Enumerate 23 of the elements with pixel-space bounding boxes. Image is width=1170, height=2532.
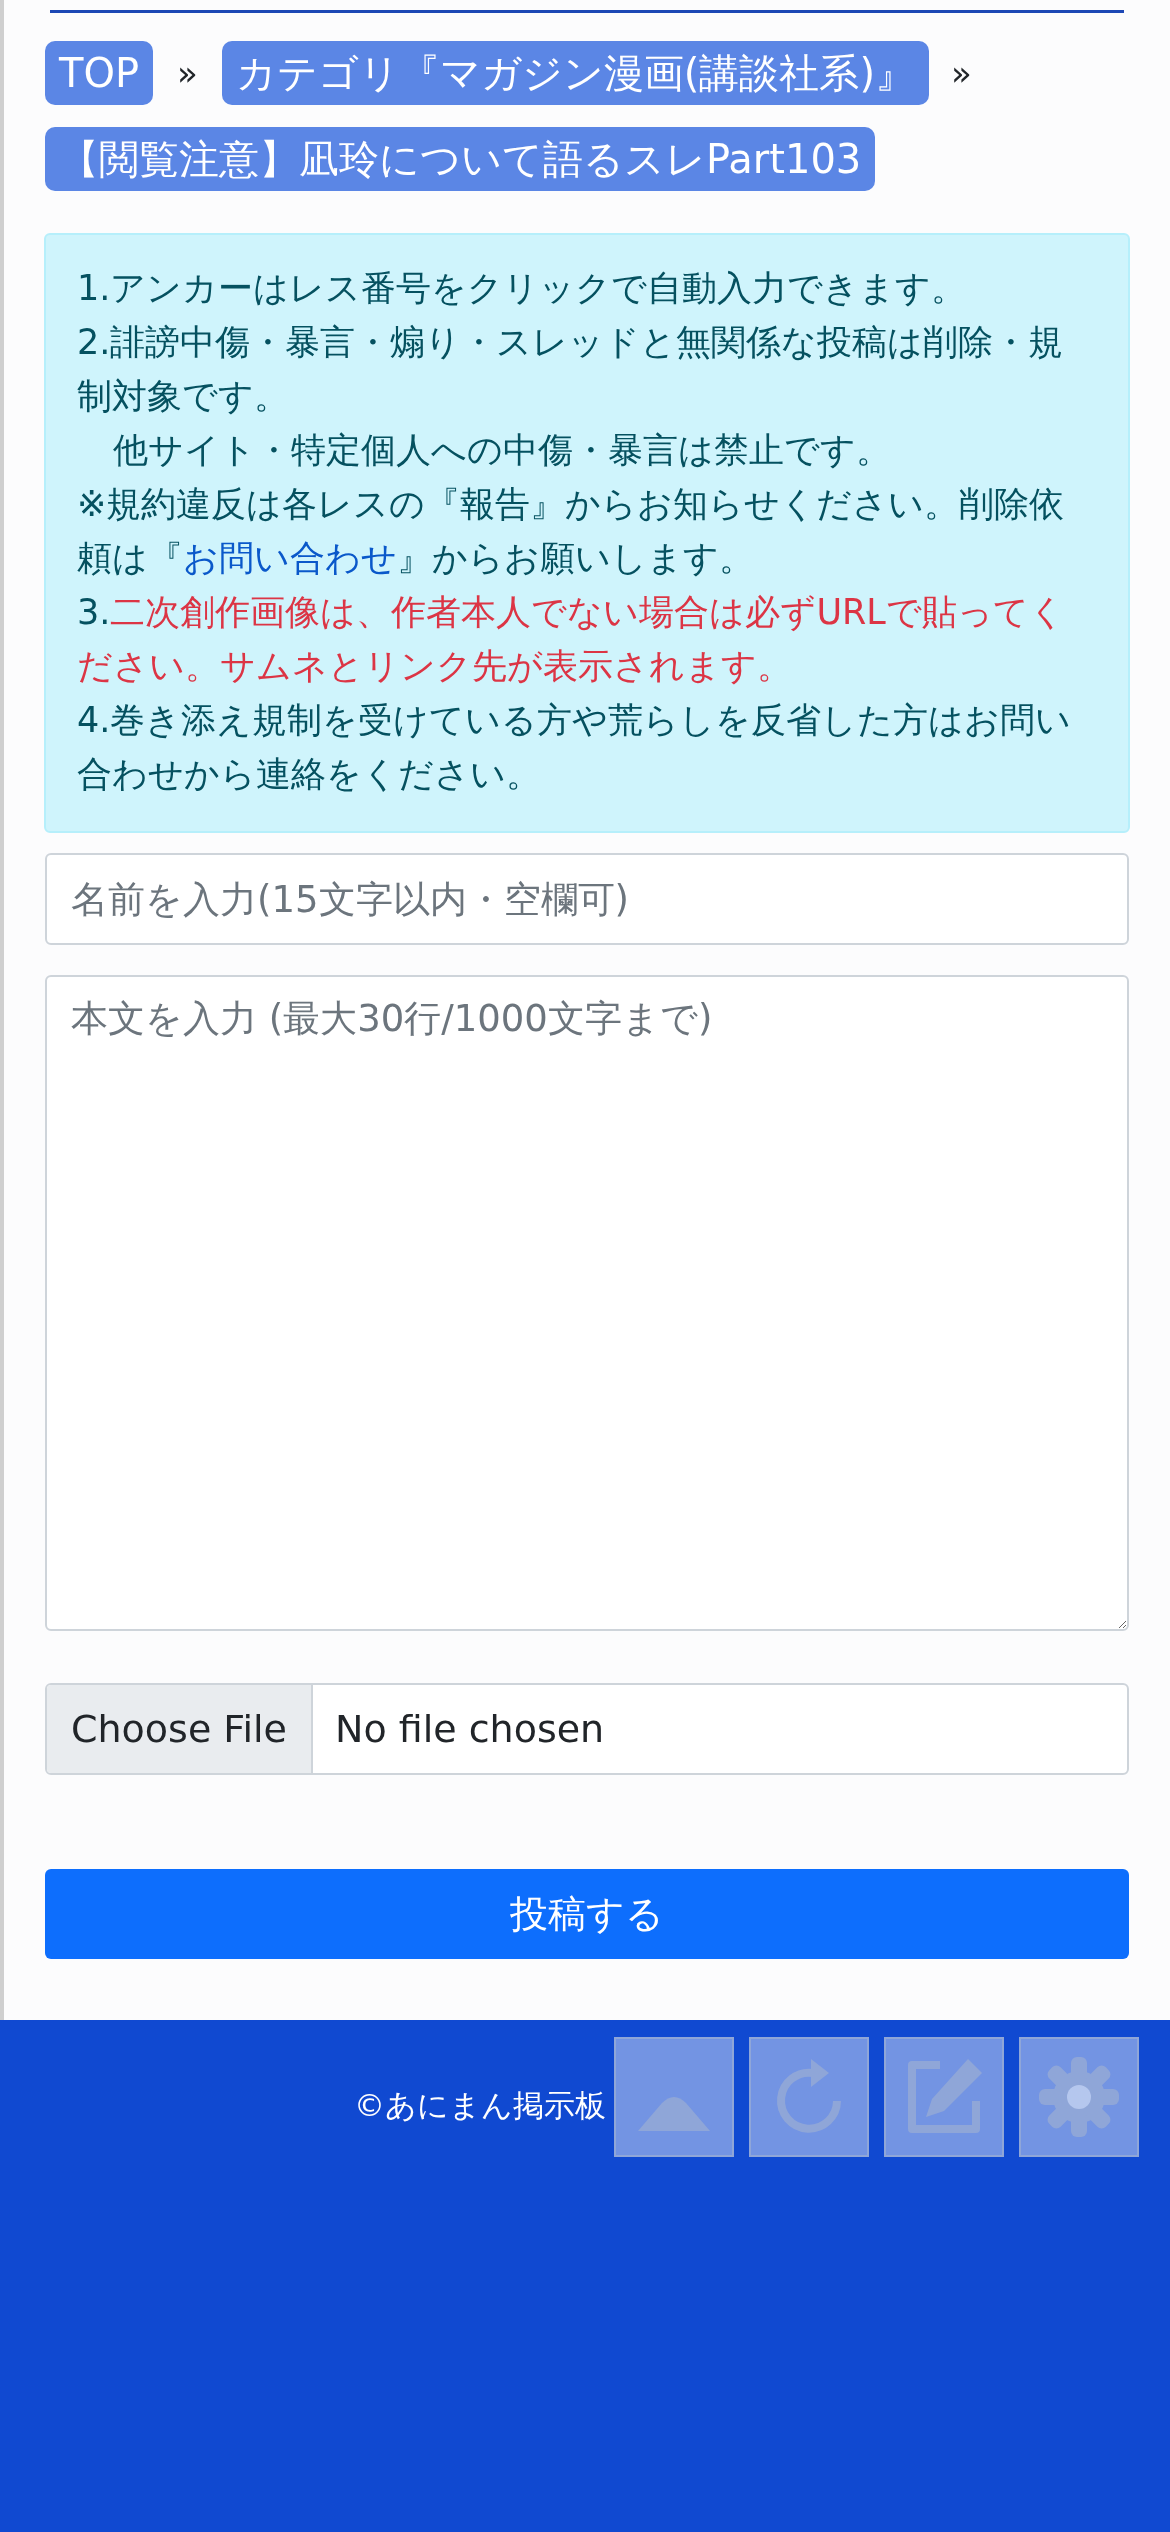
breadcrumb-separator: » bbox=[951, 51, 973, 95]
notice-text: 2.誹謗中傷・暴言・煽り・スレッドと無関係な投稿は削除・規制対象です。 bbox=[77, 321, 1065, 418]
breadcrumb-link[interactable]: カテゴリ『マガジン漫画(講談社系)』 bbox=[221, 41, 930, 105]
breadcrumb-separator: » bbox=[176, 51, 199, 95]
copyright-text: ©あにまん掲示板 bbox=[354, 2086, 606, 2125]
reload-button[interactable] bbox=[749, 2037, 869, 2157]
notice-text: 他サイト・特定個人への中傷・暴言は禁止です。 bbox=[112, 429, 892, 472]
choose-file-button[interactable]: Choose File bbox=[47, 1685, 313, 1773]
notice-text: 1.アンカーはレス番号をクリックで自動入力できます。 bbox=[77, 267, 968, 310]
breadcrumb-link[interactable]: TOP bbox=[45, 41, 154, 105]
submit-button[interactable]: 投稿する bbox=[45, 1869, 1129, 1959]
edit-button[interactable] bbox=[884, 2037, 1004, 2157]
scroll-top-button[interactable] bbox=[614, 2037, 734, 2157]
name-input-field[interactable]: 名前を入力(15文字以内・空欄可) bbox=[45, 853, 1129, 945]
breadcrumb-link[interactable]: 【閲覧注意】凪玲について語るスレPart103 bbox=[45, 127, 876, 191]
notice-text: 4.巻き添え規制を受けている方や荒らしを反省した方はお問い合わせから連絡をください。 bbox=[77, 699, 1073, 796]
message-input-field[interactable]: 本文を入力 (最大30行/1000文字まで) bbox=[45, 975, 1129, 1631]
settings-button[interactable] bbox=[1019, 2037, 1139, 2157]
notice-text: ※規約違反は各レスの『報告』からお知らせください。削除依頼は『お問い合わせ』からお願いします。 bbox=[77, 483, 1066, 580]
file-input-field[interactable]: Choose File No file chosen bbox=[45, 1683, 1129, 1775]
file-status-text: No file chosen bbox=[333, 1705, 606, 1753]
contact-link[interactable]: お問い合わせ bbox=[183, 538, 397, 578]
notice-text: 3.二次創作画像は、作者本人でない場合は必ずURLで貼ってください。サムネとリンク先が表示されます。 bbox=[77, 591, 1066, 688]
